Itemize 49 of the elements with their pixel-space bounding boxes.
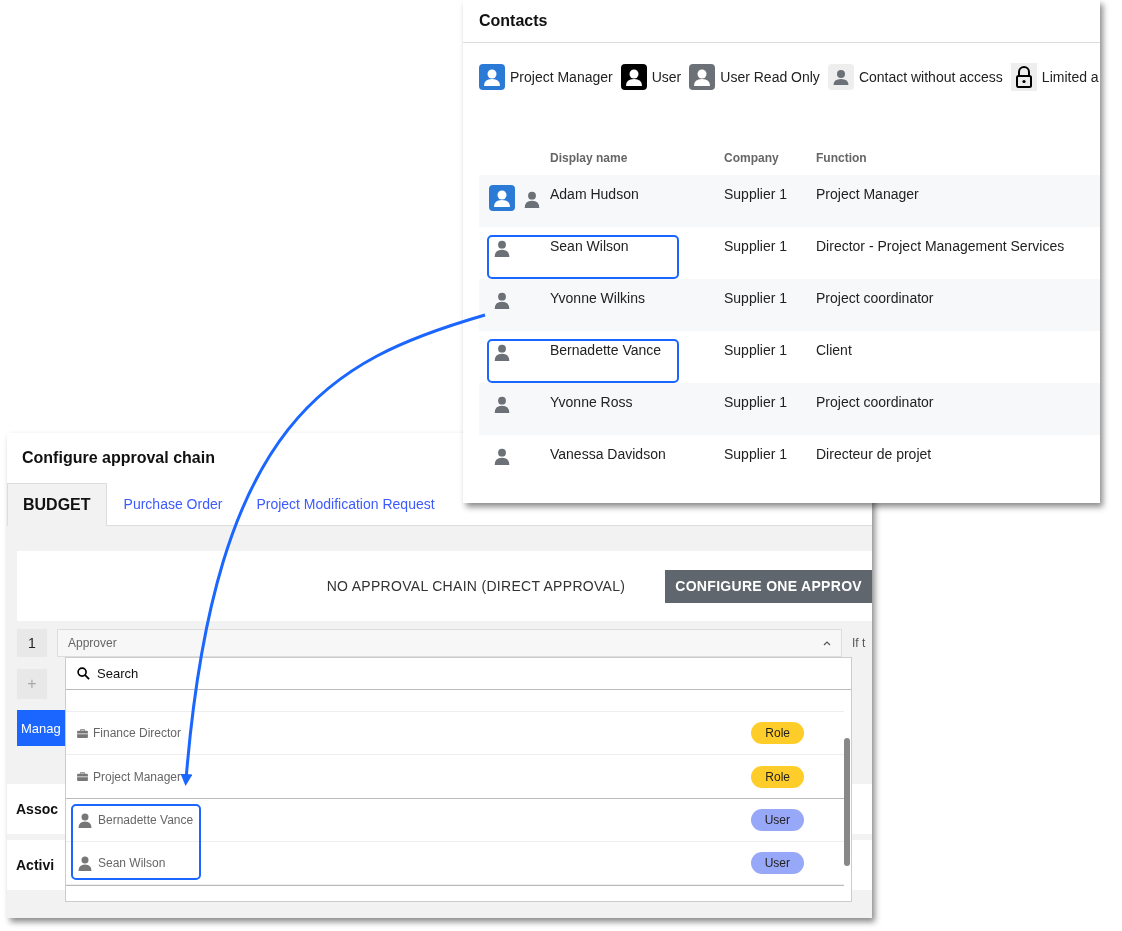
type-badge: Role xyxy=(751,722,804,744)
tab[interactable]: Purchase Order xyxy=(106,483,240,525)
table-cell-text: Supplier 1 xyxy=(724,393,789,411)
tab[interactable]: Project Modification Request xyxy=(239,483,452,525)
column-header: Function xyxy=(816,151,868,165)
table-cell-text: Supplier 1 xyxy=(724,185,789,203)
approver-select[interactable]: Approver xyxy=(57,629,842,657)
tab[interactable]: BUDGET xyxy=(7,483,107,526)
table-cell-text: Adam Hudson xyxy=(550,185,640,203)
legend-label: User xyxy=(651,69,682,85)
panel-title: Contacts xyxy=(463,0,1100,43)
person-icon xyxy=(77,812,93,828)
table-cell-text: Project Manager xyxy=(816,185,920,203)
table-cell-text: Client xyxy=(816,341,853,359)
scrollbar[interactable] xyxy=(844,738,850,866)
type-badge: Role xyxy=(751,765,804,788)
table-cell-text: Sean Wilson xyxy=(550,237,630,255)
table-cell-text: Vanessa Davidson xyxy=(550,445,667,463)
table-cell-text: Project coordinator xyxy=(816,393,935,411)
briefcase-icon xyxy=(77,772,88,781)
table-cell-text: Supplier 1 xyxy=(724,445,789,463)
dropdown-option[interactable]: Project Manager Role xyxy=(66,755,844,798)
dropdown-option[interactable]: Finance Director Role xyxy=(66,712,844,755)
configure-button[interactable]: CONFIGURE ONE APPROV xyxy=(665,569,872,603)
legend-label: User Read Only xyxy=(720,69,820,85)
table-cell-text: Supplier 1 xyxy=(724,289,789,307)
table-cell-text: Supplier 1 xyxy=(724,237,789,255)
status-text: NO APPROVAL CHAIN (DIRECT APPROVAL) xyxy=(326,578,626,594)
condition-text: If t xyxy=(852,636,866,650)
table-cell-text: Director - Project Management Services xyxy=(816,237,1066,255)
legend-label: Contact without access xyxy=(858,69,1003,85)
search-icon xyxy=(77,667,90,680)
column-header: Company xyxy=(724,151,780,165)
legend-label: Project Manager xyxy=(510,69,613,85)
table-cell-text: Supplier 1 xyxy=(724,341,789,359)
table-cell-text: Bernadette Vance xyxy=(550,341,663,359)
caret-icon xyxy=(823,640,831,646)
table-cell-text: Project coordinator xyxy=(816,289,935,307)
type-badge: User xyxy=(750,852,804,874)
briefcase-icon xyxy=(77,728,88,738)
legend-label: Limited a xyxy=(1041,69,1099,85)
column-header: Display name xyxy=(550,151,629,165)
type-badge: User xyxy=(750,809,804,831)
person-icon xyxy=(77,855,93,871)
table-cell-text: Yvonne Wilkins xyxy=(550,289,646,307)
dropdown-option[interactable]: Sean Wilson User xyxy=(66,842,844,885)
dropdown-option[interactable]: Bernadette Vance User xyxy=(66,799,844,842)
step-number: 1 xyxy=(17,629,47,657)
table-cell-text: Yvonne Ross xyxy=(550,393,634,411)
